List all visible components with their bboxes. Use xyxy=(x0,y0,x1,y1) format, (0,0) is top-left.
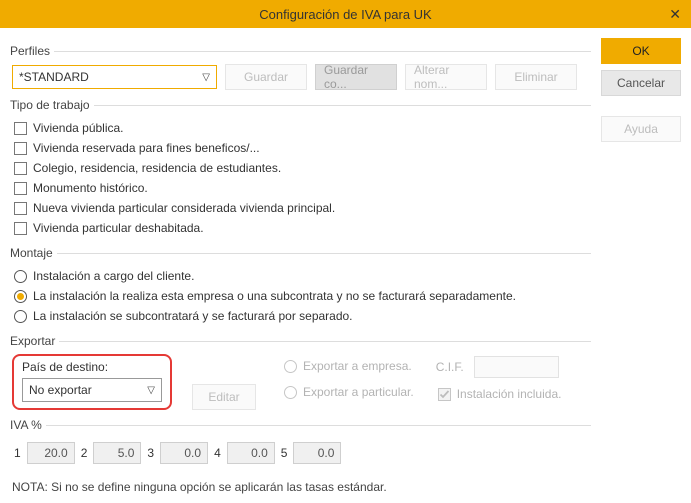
installation-radio-2[interactable] xyxy=(14,310,27,323)
work-type-label-1: Vivienda reservada para fines beneficos/… xyxy=(33,141,260,155)
export-legend: Exportar xyxy=(10,334,59,348)
export-dest-combo[interactable]: No exportar ▽ xyxy=(22,378,162,402)
work-type-checkbox-5[interactable] xyxy=(14,222,27,235)
iva-rate-4[interactable]: 0.0 xyxy=(227,442,275,464)
work-type-label-4: Nueva vivienda particular considerada vi… xyxy=(33,201,335,215)
iva-index-3: 3 xyxy=(147,446,154,460)
work-type-label-0: Vivienda pública. xyxy=(33,121,124,135)
delete-button: Eliminar xyxy=(495,64,577,90)
work-type-group: Tipo de trabajo Vivienda pública. Viviend… xyxy=(10,98,591,240)
work-type-label-5: Vivienda particular deshabitada. xyxy=(33,221,204,235)
export-to-company-radio xyxy=(284,360,297,373)
export-to-individual-radio xyxy=(284,386,297,399)
installation-radio-1[interactable] xyxy=(14,290,27,303)
export-destination-highlight: País de destino: No exportar ▽ xyxy=(12,354,172,410)
close-icon[interactable]: ✕ xyxy=(669,6,681,23)
iva-rate-3[interactable]: 0.0 xyxy=(160,442,208,464)
profiles-combo-value: *STANDARD xyxy=(19,70,89,84)
titlebar: Configuración de IVA para UK ✕ xyxy=(0,0,691,28)
profiles-combo[interactable]: *STANDARD ▽ xyxy=(12,65,217,89)
export-to-individual-label: Exportar a particular. xyxy=(303,385,414,399)
install-included-label: Instalación incluida. xyxy=(457,387,562,401)
iva-group: IVA % 1 20.0 2 5.0 3 0.0 4 0.0 5 0.0 xyxy=(10,418,591,470)
installation-legend: Montaje xyxy=(10,246,57,260)
iva-legend: IVA % xyxy=(10,418,46,432)
export-group: Exportar País de destino: No exportar ▽ … xyxy=(10,334,591,412)
install-included-checkbox xyxy=(438,388,451,401)
installation-radio-0[interactable] xyxy=(14,270,27,283)
chevron-down-icon: ▽ xyxy=(147,385,155,396)
work-type-checkbox-4[interactable] xyxy=(14,202,27,215)
cancel-button[interactable]: Cancelar xyxy=(601,70,681,96)
export-edit-button: Editar xyxy=(192,384,256,410)
window-title: Configuración de IVA para UK xyxy=(0,7,691,22)
work-type-label-3: Monumento histórico. xyxy=(33,181,148,195)
export-dest-value: No exportar xyxy=(29,383,92,397)
ok-button[interactable]: OK xyxy=(601,38,681,64)
work-type-checkbox-3[interactable] xyxy=(14,182,27,195)
installation-label-0: Instalación a cargo del cliente. xyxy=(33,269,194,283)
footer-note: NOTA: Si no se define ninguna opción se … xyxy=(10,474,591,494)
iva-index-4: 4 xyxy=(214,446,221,460)
iva-rate-1[interactable]: 20.0 xyxy=(27,442,75,464)
export-to-company-label: Exportar a empresa. xyxy=(303,359,412,373)
cif-input xyxy=(474,356,559,378)
installation-label-1: La instalación la realiza esta empresa o… xyxy=(33,289,516,303)
profiles-legend: Perfiles xyxy=(10,44,54,58)
save-button: Guardar xyxy=(225,64,307,90)
iva-index-1: 1 xyxy=(14,446,21,460)
export-dest-label: País de destino: xyxy=(22,360,162,374)
work-type-checkbox-2[interactable] xyxy=(14,162,27,175)
work-type-checkbox-0[interactable] xyxy=(14,122,27,135)
installation-group: Montaje Instalación a cargo del cliente.… xyxy=(10,246,591,328)
help-button: Ayuda xyxy=(601,116,681,142)
chevron-down-icon: ▽ xyxy=(202,72,210,83)
iva-index-5: 5 xyxy=(281,446,288,460)
rename-button: Alterar nom... xyxy=(405,64,487,90)
cif-label: C.I.F. xyxy=(436,360,464,374)
work-type-legend: Tipo de trabajo xyxy=(10,98,94,112)
work-type-label-2: Colegio, residencia, residencia de estud… xyxy=(33,161,281,175)
work-type-checkbox-1[interactable] xyxy=(14,142,27,155)
save-as-button[interactable]: Guardar co... xyxy=(315,64,397,90)
installation-label-2: La instalación se subcontratará y se fac… xyxy=(33,309,353,323)
profiles-group: Perfiles *STANDARD ▽ Guardar Guardar co.… xyxy=(10,44,591,92)
iva-index-2: 2 xyxy=(81,446,88,460)
iva-rate-5[interactable]: 0.0 xyxy=(293,442,341,464)
iva-rate-2[interactable]: 5.0 xyxy=(93,442,141,464)
